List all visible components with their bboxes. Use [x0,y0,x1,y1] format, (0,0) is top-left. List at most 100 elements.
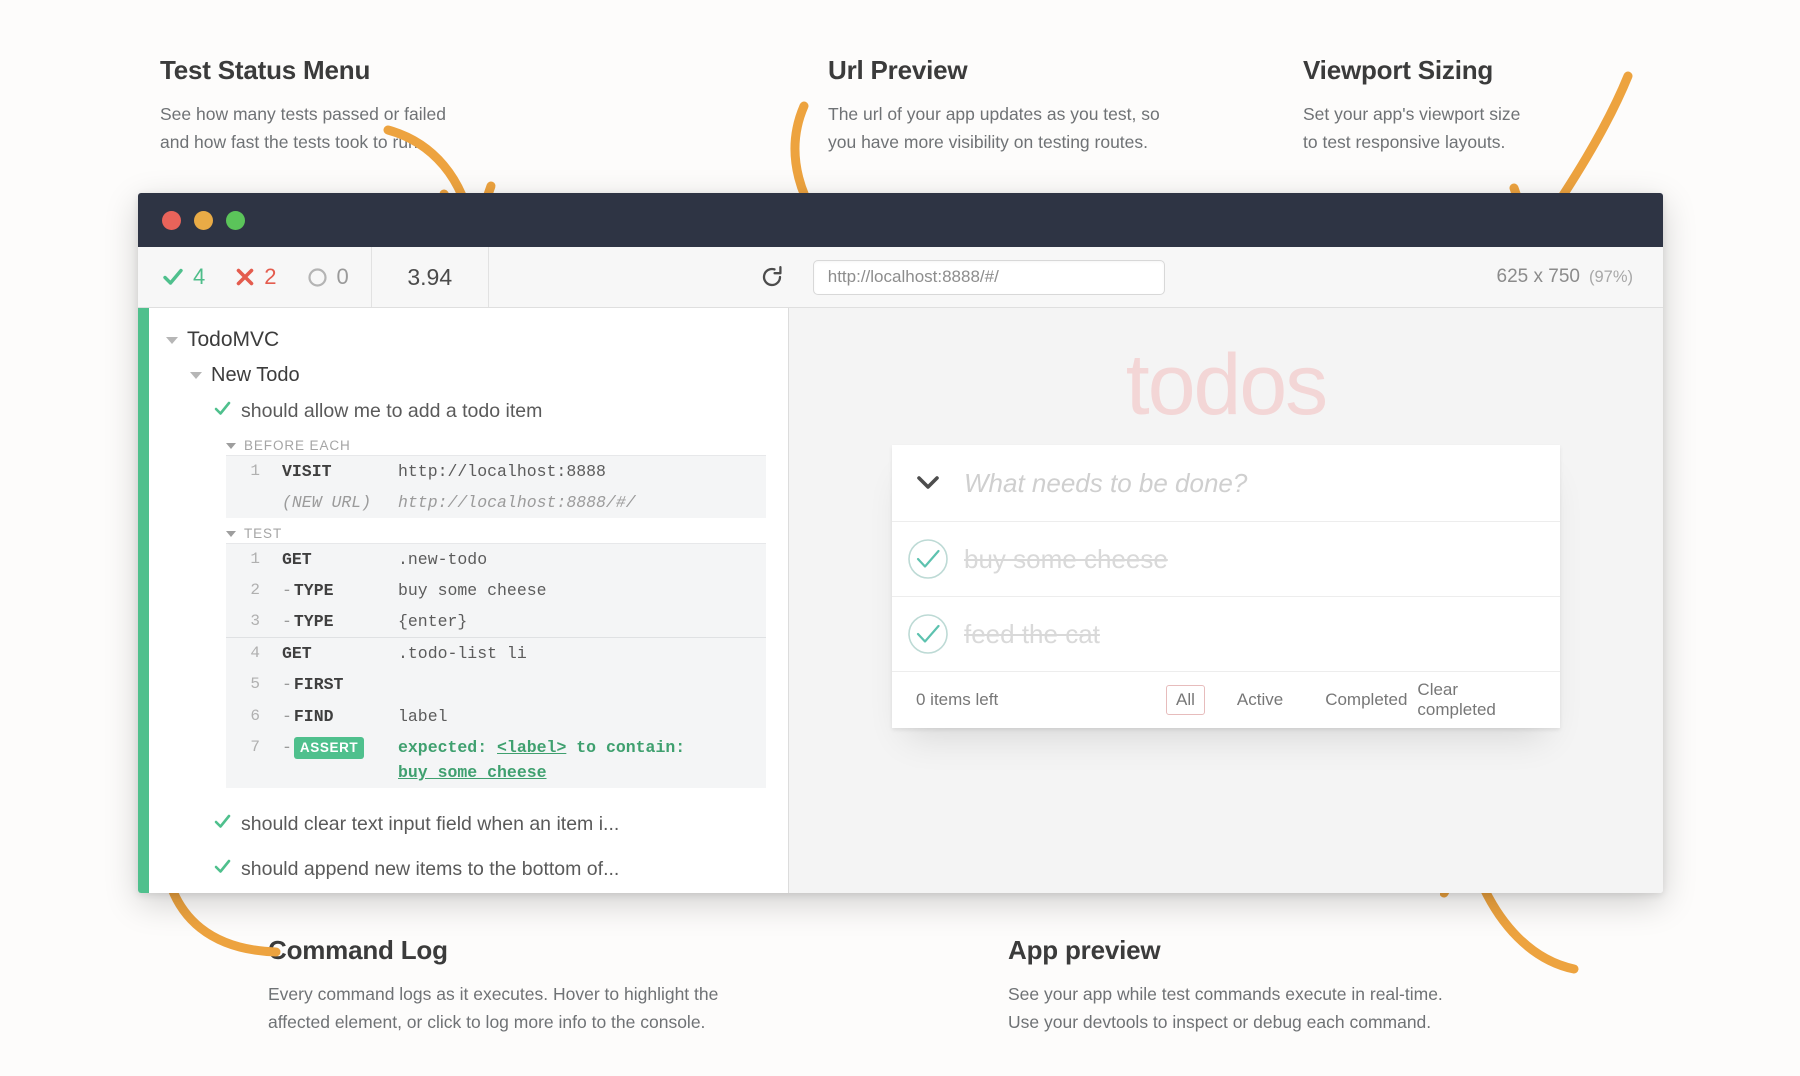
check-icon [214,400,231,423]
callout-app-preview: App preview See your app while test comm… [1008,935,1443,1037]
pending-count: 0 [336,264,349,289]
callout-title: App preview [1008,935,1161,965]
hook-header-test[interactable]: TEST [226,526,788,541]
command-row[interactable]: 1 VISIT http://localhost:8888 [226,456,766,487]
clear-completed-button[interactable]: Clear completed [1417,680,1540,720]
command-row-new-url[interactable]: (NEW URL) http://localhost:8888/#/ [226,487,766,518]
suite-child[interactable]: New Todo [190,358,788,393]
command-dash: - [282,581,292,601]
check-icon [214,858,231,881]
command-dash: - [282,675,292,695]
command-message: .todo-list li [398,644,527,664]
command-dash: - [282,612,292,632]
hook-label: TEST [244,526,283,542]
new-todo-input[interactable]: What needs to be done? [964,468,1247,499]
todo-count: 0 items left [916,690,999,709]
test-item-active[interactable]: should allow me to add a todo item [214,393,788,430]
circle-icon [307,267,327,287]
close-window-icon[interactable] [162,210,181,230]
command-number: 4 [250,644,260,663]
command-row[interactable]: 6 - FIND label [226,701,766,732]
check-circle-icon [908,614,948,654]
url-value: http://localhost:8888/#/ [827,267,999,286]
callout-url-preview: Url Preview The url of your app updates … [828,55,1160,157]
chevron-down-icon[interactable] [226,530,236,537]
command-number: 1 [250,462,260,480]
filter-active[interactable]: Active [1227,685,1293,715]
check-icon [214,813,231,836]
callout-line-2: to test responsive layouts. [1303,132,1506,153]
callout-viewport-sizing: Viewport Sizing Set your app's viewport … [1303,55,1520,157]
check-icon [163,268,183,285]
assert-value: buy some cheese [398,762,547,782]
new-todo-row: What needs to be done? [892,445,1560,522]
callout-line-1: See how many tests passed or failed [160,104,446,124]
duration-display: 3.94 [370,247,489,307]
command-name: - FIRST [282,675,344,695]
callout-line-1: See your app while test commands execute… [1008,984,1443,1004]
command-row[interactable]: 5 - FIRST [226,669,766,700]
assert-middle: to contain: [566,737,686,757]
command-row[interactable]: 4 GET .todo-list li [226,638,766,669]
chevron-down-icon[interactable] [892,474,964,492]
callout-title: Command Log [268,935,448,965]
callout-line-1: Set your app's viewport size [1303,104,1521,124]
test-label: should append new items to the bottom of… [241,857,620,880]
minimize-window-icon[interactable] [194,210,213,230]
command-name: (NEW URL) [282,493,372,513]
callout-test-status-menu: Test Status Menu See how many tests pass… [160,55,446,157]
suite-label: TodoMVC [187,328,280,351]
passed-count: 4 [193,264,206,289]
todo-label: feed the cat [964,618,1100,649]
command-group-test: 1 GET .new-todo 2 - TYPE buy some cheese … [226,543,766,638]
passed-stat[interactable]: 4 [162,264,205,290]
command-name: - ASSERT [270,735,398,760]
filter-all[interactable]: All [1166,685,1205,715]
viewport-sizing[interactable]: 625 x 750 (97%) [1497,247,1663,307]
test-item-3[interactable]: should append new items to the bottom of… [214,851,788,888]
maximize-window-icon[interactable] [226,210,245,230]
callout-title: Viewport Sizing [1303,55,1494,85]
viewport-dimensions: 625 x 750 [1496,266,1580,287]
command-row[interactable]: 2 - TYPE buy some cheese [226,575,766,606]
cypress-test-runner-window: 4 2 0 3.94 http://localhost:8888/#/ 625 … [138,193,1663,893]
failed-stat[interactable]: 2 [235,264,277,290]
hook-header-before-each[interactable]: BEFORE EACH [226,438,788,453]
subsuite-label: New Todo [211,364,300,386]
todo-list-item[interactable]: feed the cat [892,597,1560,672]
viewport-scale: (97%) [1588,267,1633,286]
command-number: 2 [250,581,260,600]
chevron-down-icon[interactable] [190,372,202,379]
reload-button[interactable] [749,247,795,307]
chevron-down-icon[interactable] [166,336,178,344]
command-row[interactable]: 1 GET .new-todo [226,544,766,575]
url-input[interactable]: http://localhost:8888/#/ [812,259,1165,295]
pending-stat[interactable]: 0 [307,264,349,290]
filter-completed[interactable]: Completed [1315,685,1417,715]
app-preview-panel: todos What needs to be done? buy some ch… [789,308,1663,893]
window-titlebar [138,193,1663,247]
chevron-down-icon[interactable] [226,442,236,449]
test-item-2[interactable]: should clear text input field when an it… [214,806,788,843]
command-name: GET [282,644,312,664]
failed-count: 2 [264,264,277,289]
command-message: .new-todo [398,550,488,570]
command-number: 5 [250,675,260,694]
command-row[interactable]: 3 - TYPE {enter} [226,606,766,637]
callout-title: Test Status Menu [160,55,371,85]
test-status-toolbar: 4 2 0 3.94 http://localhost:8888/#/ 625 … [138,247,1663,308]
callout-line-2: affected element, or click to log more i… [268,1012,706,1033]
command-name: - TYPE [282,581,334,601]
url-preview: http://localhost:8888/#/ [795,247,1497,307]
todo-toggle-checkbox[interactable] [892,613,964,655]
todo-list-item[interactable]: buy some cheese [892,522,1560,597]
command-name: GET [282,550,312,570]
command-message: label [398,706,448,726]
suite-root[interactable]: TodoMVC [166,322,788,358]
command-number: 6 [250,706,260,725]
todo-toggle-checkbox[interactable] [892,538,964,580]
hook-label: BEFORE EACH [244,438,351,453]
command-row-assert[interactable]: 7 - ASSERT expected: <label> to contain: b… [226,732,766,788]
command-name: VISIT [282,462,332,481]
command-message: buy some cheese [398,581,547,601]
